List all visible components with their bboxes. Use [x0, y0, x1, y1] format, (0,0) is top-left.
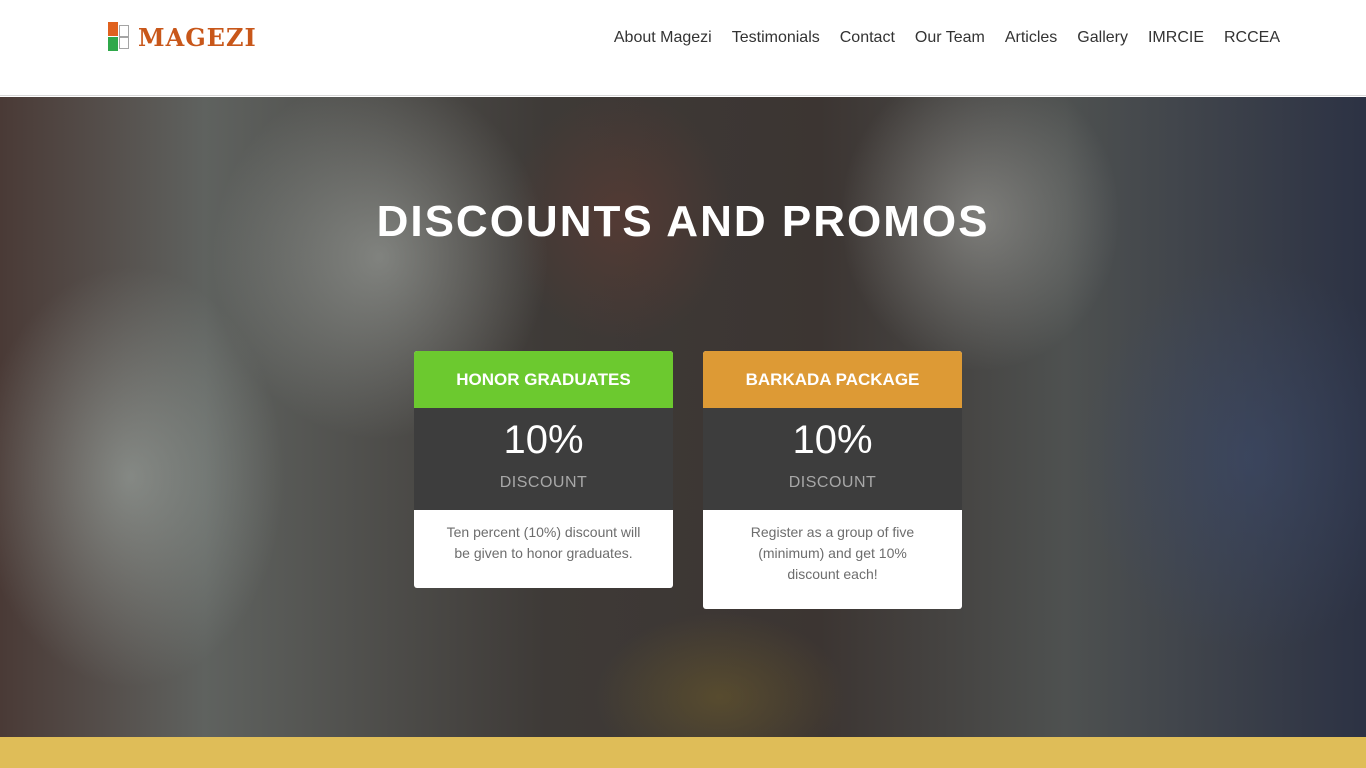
nav-gallery[interactable]: Gallery: [1077, 28, 1128, 48]
nav-our-team[interactable]: Our Team: [915, 28, 985, 48]
nav-about[interactable]: About Magezi: [614, 28, 712, 48]
page-title: DISCOUNTS AND PROMOS: [376, 197, 990, 246]
nav-contact[interactable]: Contact: [840, 28, 895, 48]
logo[interactable]: MAGEZI: [108, 22, 257, 52]
next-section-band: [0, 737, 1366, 768]
promo-percent: 10%: [792, 418, 873, 462]
promo-percent: 10%: [503, 418, 584, 462]
promo-card-title: BARKADA PACKAGE: [703, 351, 962, 408]
promo-card-title: HONOR GRADUATES: [414, 351, 673, 408]
hero-section: DISCOUNTS AND PROMOS HONOR GRADUATES 10%…: [0, 97, 1366, 737]
promo-discount-label: DISCOUNT: [499, 474, 588, 491]
logo-text: MAGEZI: [138, 22, 257, 52]
main-nav: About Magezi Testimonials Contact Our Te…: [614, 28, 1280, 48]
promo-description: Ten percent (10%) discount will be given…: [446, 524, 641, 561]
nav-articles[interactable]: Articles: [1005, 28, 1057, 48]
logo-icon: [108, 22, 130, 52]
promo-card-honor-graduates: HONOR GRADUATES 10% DISCOUNT Ten percent…: [414, 351, 673, 588]
nav-imrcie[interactable]: IMRCIE: [1148, 28, 1204, 48]
promo-description: Register as a group of five (minimum) an…: [750, 524, 915, 582]
promo-card-barkada-package: BARKADA PACKAGE 10% DISCOUNT Register as…: [703, 351, 962, 609]
nav-testimonials[interactable]: Testimonials: [732, 28, 820, 48]
promo-card-price: 10% DISCOUNT: [414, 408, 673, 510]
promo-discount-label: DISCOUNT: [788, 474, 877, 491]
site-header: MAGEZI About Magezi Testimonials Contact…: [0, 0, 1366, 96]
promo-card-price: 10% DISCOUNT: [703, 408, 962, 510]
nav-rccea[interactable]: RCCEA: [1224, 28, 1280, 48]
